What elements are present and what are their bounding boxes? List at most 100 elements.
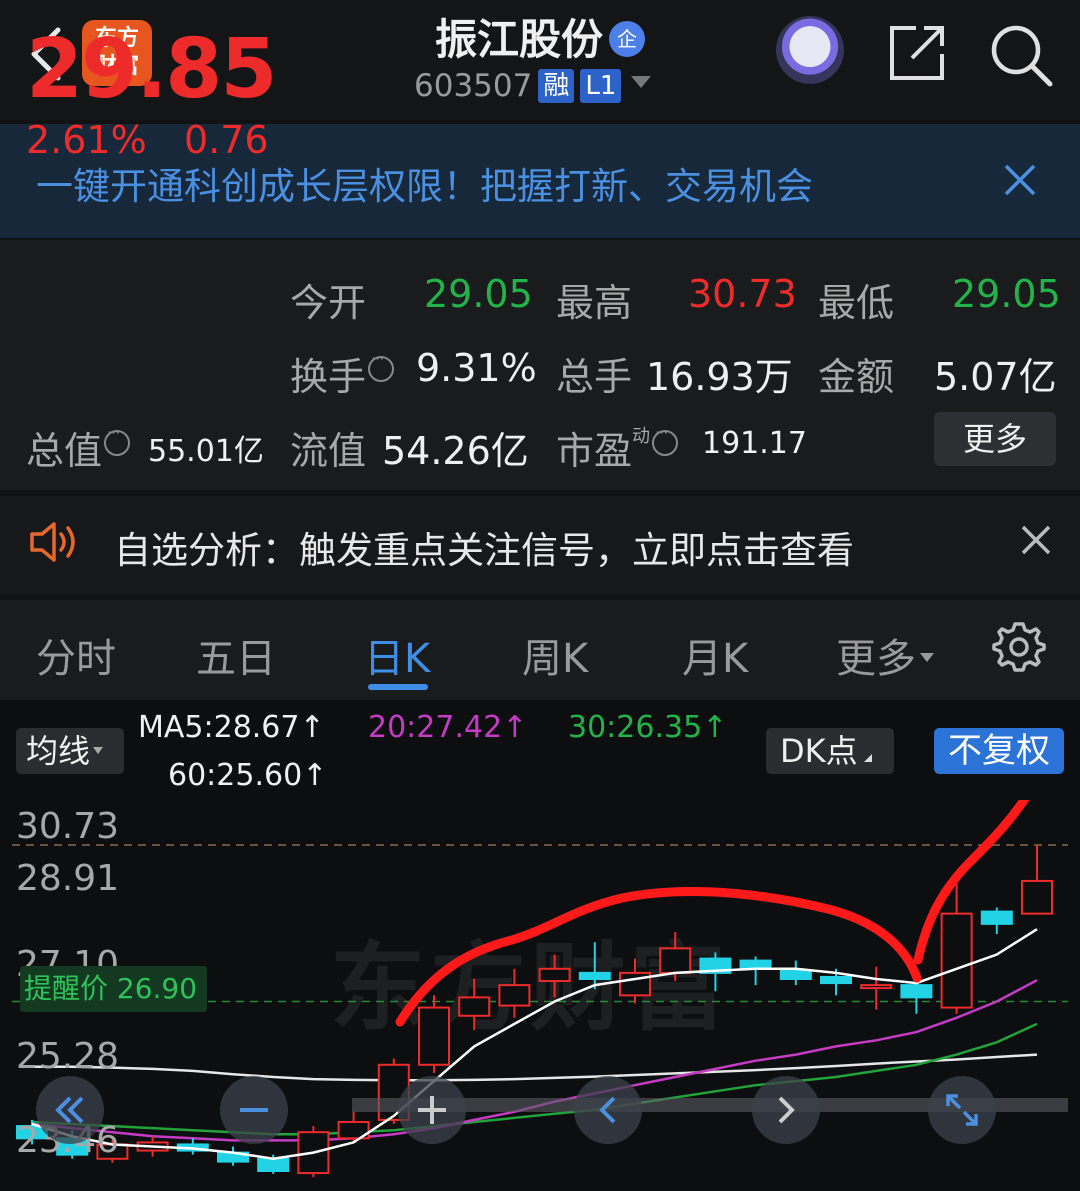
candle-down — [820, 975, 852, 985]
double-chevron-left-icon — [55, 1096, 84, 1124]
amount-label: 金额 — [818, 355, 895, 399]
tab-daily-k[interactable]: 日K — [364, 626, 430, 684]
pe-dynamic-mark: 动 — [632, 426, 651, 447]
volume-value: 16.93万 — [646, 355, 793, 399]
high-value: 30.73 — [688, 272, 797, 316]
tab-five-day[interactable]: 五日 — [196, 626, 276, 684]
high-label: 最高 — [556, 281, 633, 325]
corner-caret-icon — [863, 754, 872, 762]
tab-more-label: 更多 — [836, 636, 916, 682]
chevron-down-icon — [920, 653, 934, 662]
chevron-down-icon — [93, 747, 104, 754]
plus-icon — [418, 1096, 446, 1124]
ma60-line — [32, 1053, 1038, 1082]
dk-point-button[interactable]: DK点 — [766, 728, 894, 774]
zoom-out-button[interactable] — [220, 1076, 288, 1144]
stock-code-row[interactable]: 603507 融 L1 — [414, 68, 652, 108]
level-tag: L1 — [580, 69, 622, 103]
change-percent: 2.61% — [26, 118, 147, 162]
search-icon[interactable] — [988, 22, 1054, 88]
fullscreen-button[interactable] — [928, 1076, 996, 1144]
margin-tag: 融 — [538, 69, 575, 103]
open-label: 今开 — [290, 281, 367, 325]
pe-label[interactable]: 市盈动 — [556, 420, 679, 475]
turnover-label[interactable]: 换手 — [290, 346, 395, 401]
analysis-alert[interactable]: 自选分析：触发重点关注信号，立即点击查看 — [0, 496, 1080, 594]
ma-button-label: 均线 — [26, 732, 91, 770]
candle-up — [538, 967, 571, 983]
candle-up — [659, 947, 692, 974]
remind-price-label[interactable]: 提醒价 26.90 — [20, 966, 208, 1012]
y-tick-label: 25.28 — [16, 1036, 120, 1077]
turnover-value: 9.31% — [416, 346, 537, 390]
chevron-right-icon — [778, 1096, 795, 1124]
candle-down — [980, 910, 1013, 925]
info-icon[interactable] — [104, 423, 131, 456]
tab-weekly-k[interactable]: 周K — [522, 626, 588, 684]
pe-value: 191.17 — [702, 426, 807, 461]
close-icon[interactable] — [1020, 524, 1052, 556]
ma30-label: 30:26.35↑ — [568, 710, 728, 745]
tab-monthly-k[interactable]: 月K — [682, 626, 748, 684]
minus-icon — [240, 1108, 268, 1112]
y-tick-label: 30.73 — [16, 806, 120, 847]
info-icon[interactable] — [368, 349, 395, 382]
candle-down — [578, 971, 611, 980]
no-adjust-button[interactable]: 不复权 — [934, 728, 1064, 774]
more-quote-button[interactable]: 更多 — [934, 412, 1056, 466]
candle-up — [860, 984, 893, 990]
ma20-label: 20:27.42↑ — [368, 710, 528, 745]
candle-down — [779, 969, 812, 980]
candle-down — [900, 984, 933, 999]
ma5-line — [31, 928, 1038, 1160]
chevron-down-icon[interactable] — [631, 76, 652, 88]
y-tick-label: 28.91 — [16, 858, 120, 899]
active-tab-indicator — [368, 684, 428, 690]
candle-up — [940, 912, 973, 1009]
open-value: 29.05 — [424, 272, 533, 316]
candle-up — [1021, 879, 1053, 915]
promo-banner[interactable]: 一键开通科创成长层权限！把握打新、交易机会 — [0, 124, 1080, 238]
speaker-icon — [30, 522, 75, 562]
amount-value: 5.07亿 — [934, 355, 1057, 399]
promo-banner-text: 一键开通科创成长层权限！把握打新、交易机会 — [36, 165, 813, 208]
candle-up — [498, 984, 531, 1007]
candle-up — [418, 1006, 450, 1066]
low-label: 最低 — [818, 281, 895, 325]
volume-label: 总手 — [556, 355, 633, 399]
ma-toggle-button[interactable]: 均线 — [16, 728, 124, 774]
float-cap-value: 54.26亿 — [382, 429, 529, 473]
enterprise-badge[interactable]: 企 — [609, 21, 645, 57]
candle-up — [458, 996, 491, 1017]
ma60-label: 60:25.60↑ — [168, 758, 328, 793]
stock-code: 603507 — [414, 68, 533, 104]
move-left-button[interactable] — [574, 1076, 642, 1144]
chevron-left-icon — [599, 1096, 616, 1124]
expand-icon — [946, 1094, 978, 1126]
title-wrap: 振江股份企 — [330, 6, 750, 67]
float-cap-label: 流值 — [290, 429, 367, 473]
info-icon[interactable] — [652, 423, 679, 456]
close-icon[interactable] — [1000, 160, 1040, 200]
market-cap-label[interactable]: 总值 — [26, 420, 131, 475]
tab-more[interactable]: 更多 — [836, 626, 934, 684]
tab-intraday[interactable]: 分时 — [36, 626, 116, 684]
move-right-button[interactable] — [752, 1076, 820, 1144]
candle-down — [257, 1157, 290, 1173]
pe-label-text: 市盈 — [556, 429, 633, 473]
market-cap-label-text: 总值 — [26, 429, 103, 473]
rewind-button[interactable] — [36, 1076, 104, 1144]
low-value: 29.05 — [952, 272, 1061, 316]
dk-button-label: DK点 — [780, 732, 858, 770]
robot-assistant-avatar[interactable] — [776, 16, 844, 84]
ma5-label: MA5:28.67↑ — [138, 710, 325, 745]
gear-icon[interactable] — [992, 620, 1046, 674]
annotation-curve — [913, 800, 1030, 965]
change-value: 0.76 — [184, 118, 269, 162]
zoom-in-button[interactable] — [398, 1076, 466, 1144]
chart-tabs: 分时 五日 日K 周K 月K 更多 — [0, 600, 1080, 700]
turnover-label-text: 换手 — [290, 355, 367, 399]
stock-name: 振江股份 — [434, 15, 603, 64]
current-price: 29.85 — [26, 22, 277, 117]
share-icon[interactable] — [886, 22, 948, 84]
